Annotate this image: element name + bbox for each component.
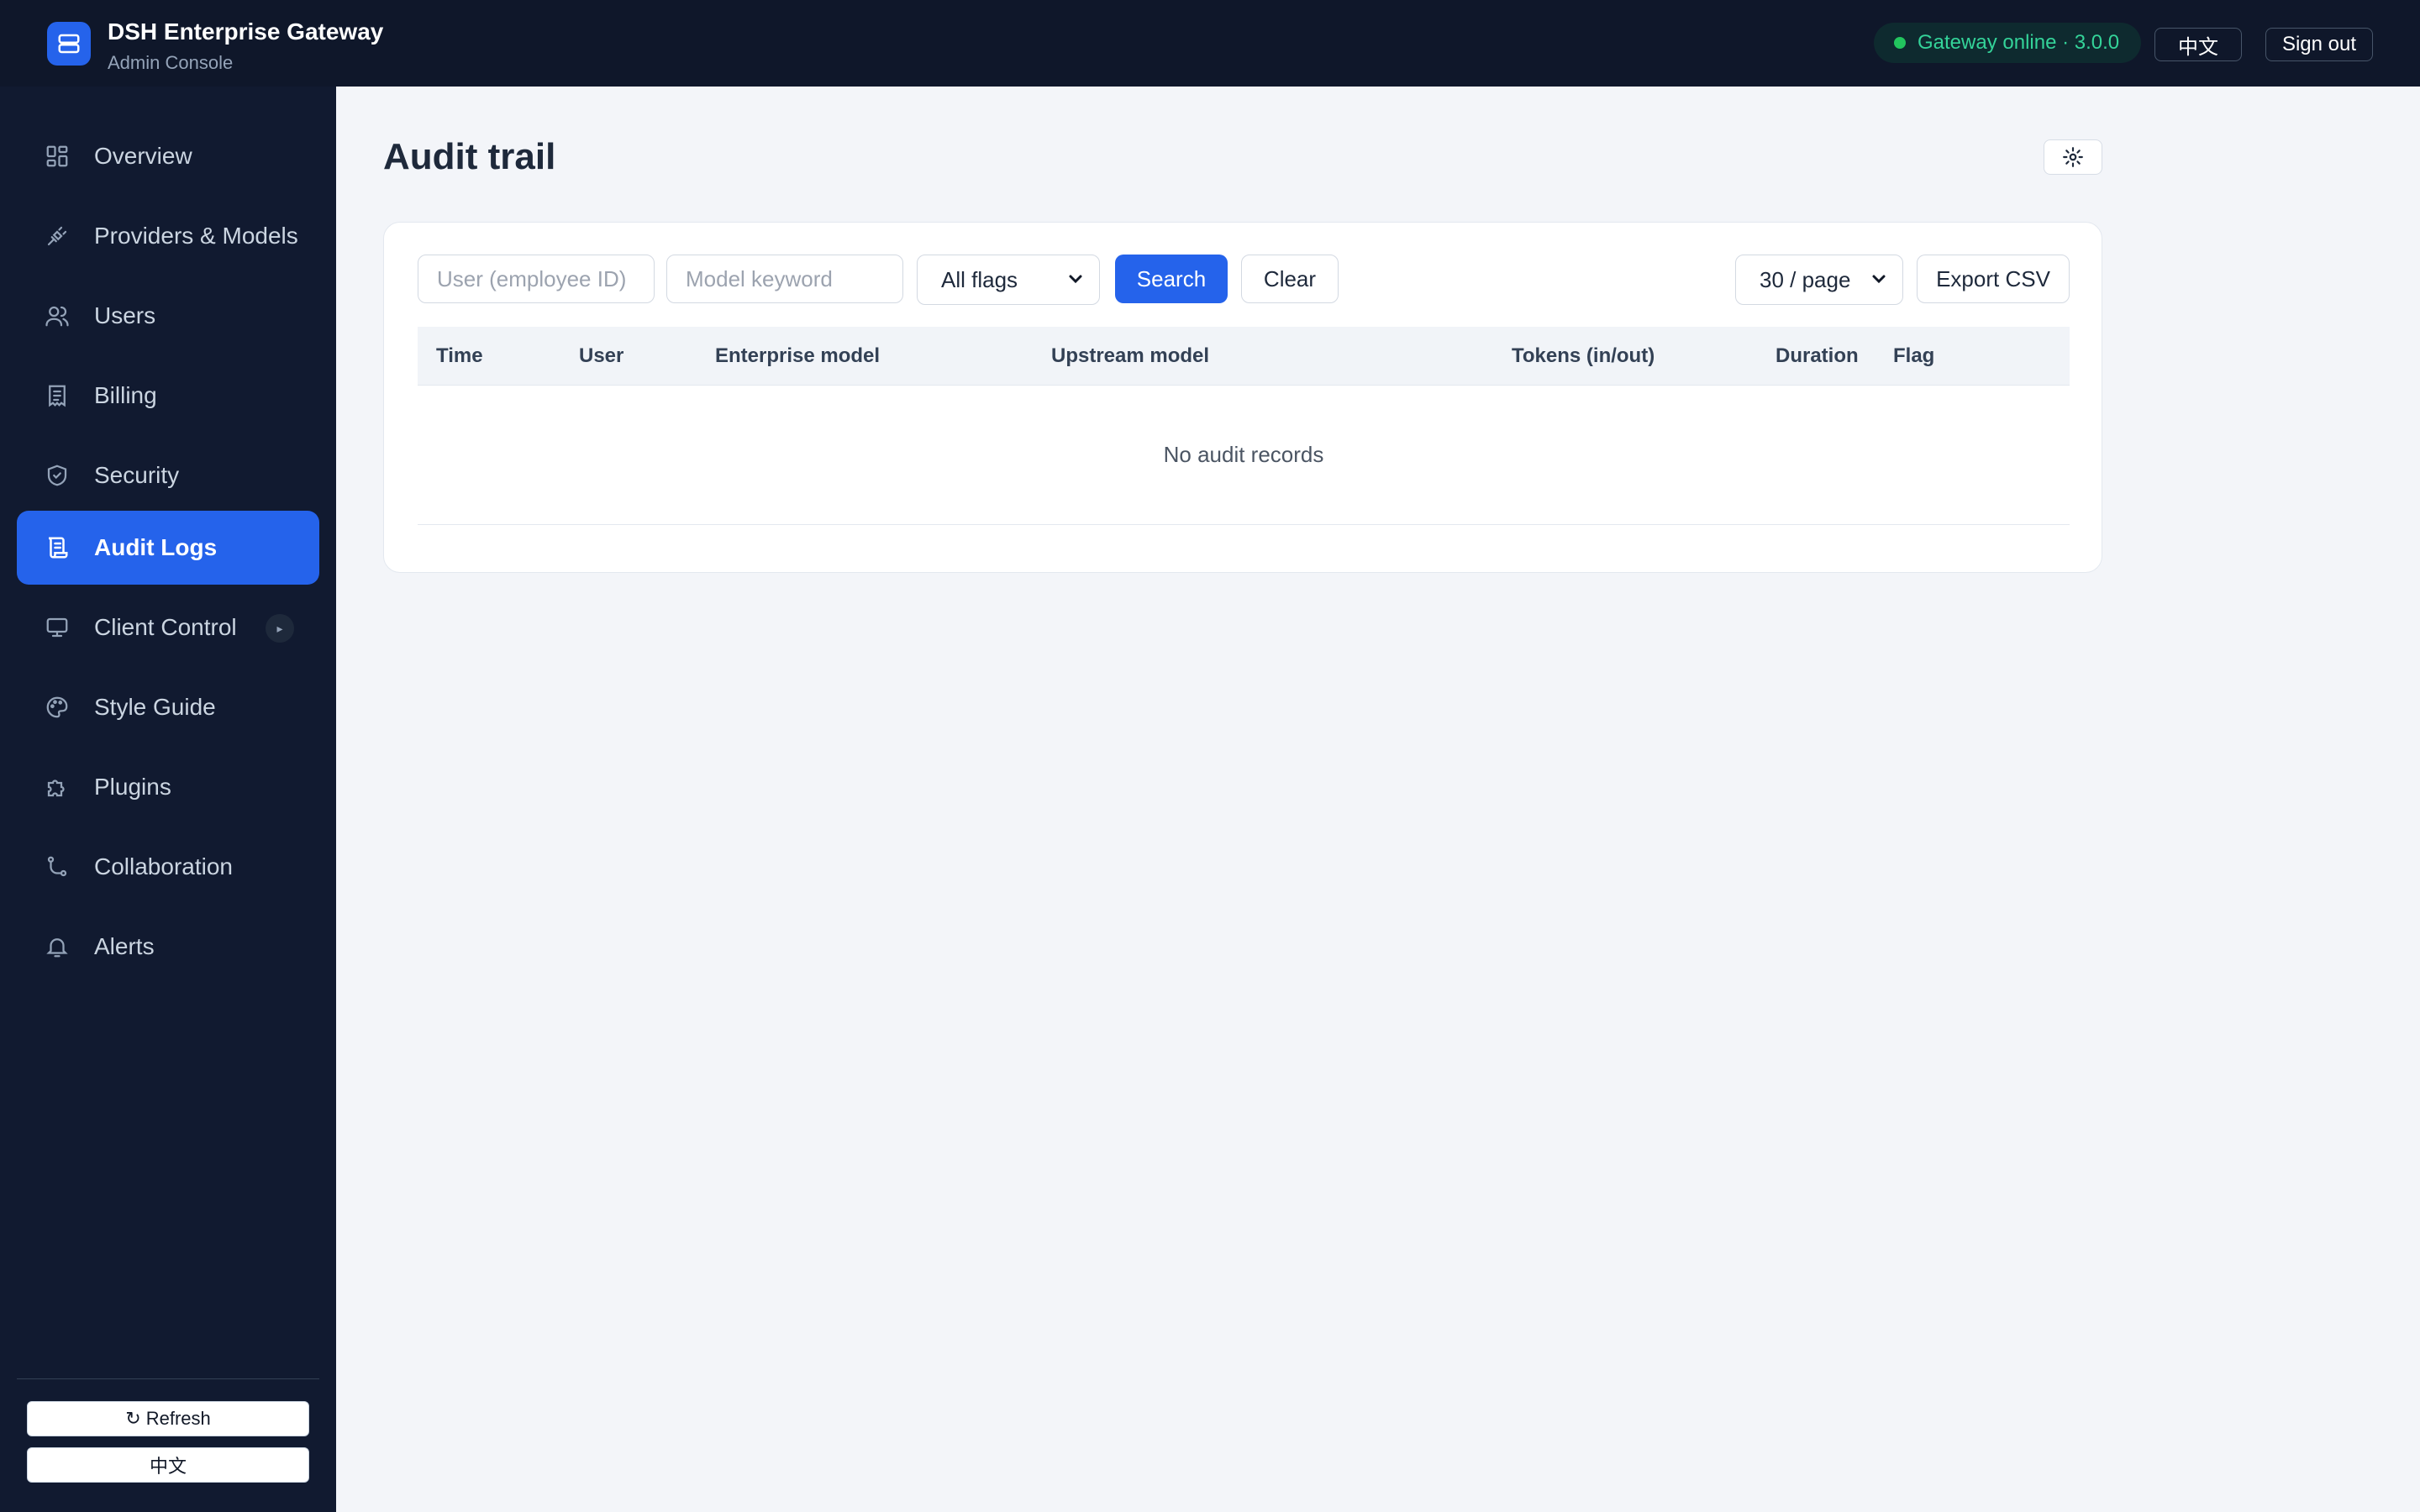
- sidebar-item-label: Overview: [94, 143, 192, 169]
- shield-icon: [44, 462, 71, 489]
- page-size-value: 30 / page: [1760, 266, 1851, 292]
- scroll-icon: [44, 534, 71, 561]
- refresh-button[interactable]: ↻ Refresh: [27, 1401, 309, 1436]
- search-button[interactable]: Search: [1115, 255, 1228, 303]
- sidebar-item-collaboration[interactable]: Collaboration: [17, 830, 319, 904]
- chevron-down-icon: [1069, 275, 1082, 284]
- sidebar-item-alerts[interactable]: Alerts: [17, 910, 319, 984]
- expand-chevron-icon[interactable]: ▸: [266, 614, 294, 643]
- sidebar-item-users[interactable]: Users: [17, 279, 319, 353]
- sidebar-item-providers-models[interactable]: Providers & Models: [17, 199, 319, 273]
- empty-table-message: No audit records: [418, 386, 2070, 525]
- sidebar-item-label: Client Control: [94, 614, 237, 640]
- settings-button[interactable]: [2044, 139, 2102, 175]
- page-title: Audit trail: [383, 136, 556, 177]
- sidebar-item-label: Providers & Models: [94, 223, 298, 249]
- column-header-user[interactable]: User: [579, 327, 623, 386]
- sidebar-language-button[interactable]: 中文: [27, 1447, 309, 1483]
- plug-icon: [44, 223, 71, 249]
- sidebar-item-billing[interactable]: Billing: [17, 359, 319, 433]
- bell-icon: [44, 933, 71, 960]
- sidebar-item-label: Billing: [94, 382, 157, 408]
- app-title: DSH Enterprise Gateway: [108, 18, 384, 45]
- git-branch-icon: [44, 853, 71, 880]
- gateway-status-text: Gateway online · 3.0.0: [1918, 31, 2120, 54]
- sidebar-item-label: Users: [94, 302, 156, 328]
- flags-select-value: All flags: [941, 266, 1018, 292]
- sidebar-divider: [17, 1378, 319, 1379]
- model-keyword-input[interactable]: Model keyword: [666, 255, 903, 303]
- clear-button[interactable]: Clear: [1241, 255, 1339, 303]
- language-toggle-button[interactable]: 中文: [2154, 28, 2242, 61]
- top-header: DSH Enterprise Gateway Admin Console Gat…: [0, 0, 2420, 87]
- column-header-duration[interactable]: Duration: [1776, 327, 1859, 386]
- sign-out-button[interactable]: Sign out: [2265, 28, 2373, 61]
- column-header-flag[interactable]: Flag: [1893, 327, 1934, 386]
- flags-select[interactable]: All flags: [917, 255, 1100, 305]
- server-icon: [47, 22, 91, 66]
- export-csv-button[interactable]: Export CSV: [1917, 255, 2070, 303]
- sidebar-item-client-control[interactable]: Client Control ▸: [17, 591, 319, 664]
- page-size-select[interactable]: 30 / page: [1735, 255, 1903, 305]
- audit-card: User (employee ID) Model keyword All fla…: [383, 222, 2102, 573]
- sidebar: Overview Providers & Models Users Billin…: [0, 87, 336, 1512]
- sidebar-item-label: Audit Logs: [94, 534, 218, 560]
- table-header: Time User Enterprise model Upstream mode…: [418, 327, 2070, 386]
- grid-icon: [44, 143, 71, 170]
- sidebar-item-label: Plugins: [94, 774, 171, 800]
- puzzle-icon: [44, 774, 71, 801]
- gear-icon: [2063, 147, 2083, 167]
- column-header-time[interactable]: Time: [436, 327, 483, 386]
- column-header-enterprise-model[interactable]: Enterprise model: [715, 327, 880, 386]
- palette-icon: [44, 694, 71, 721]
- receipt-icon: [44, 382, 71, 409]
- monitor-icon: [44, 614, 71, 641]
- column-header-tokens[interactable]: Tokens (in/out): [1512, 327, 1655, 386]
- sidebar-item-label: Style Guide: [94, 694, 216, 720]
- gateway-status-badge: Gateway online · 3.0.0: [1874, 23, 2142, 63]
- chevron-down-icon: [1872, 275, 1886, 284]
- sidebar-item-overview[interactable]: Overview: [17, 119, 319, 193]
- app-subtitle: Admin Console: [108, 52, 234, 73]
- sidebar-item-label: Collaboration: [94, 853, 233, 879]
- users-icon: [44, 302, 71, 329]
- sidebar-item-audit-logs[interactable]: Audit Logs: [17, 511, 319, 585]
- sidebar-item-label: Alerts: [94, 933, 155, 959]
- sidebar-item-label: Security: [94, 462, 180, 488]
- sidebar-item-security[interactable]: Security: [17, 438, 319, 512]
- sidebar-item-plugins[interactable]: Plugins: [17, 750, 319, 824]
- sidebar-item-style-guide[interactable]: Style Guide: [17, 670, 319, 744]
- column-header-upstream-model[interactable]: Upstream model: [1051, 327, 1209, 386]
- user-filter-input[interactable]: User (employee ID): [418, 255, 655, 303]
- status-dot-icon: [1894, 37, 1906, 49]
